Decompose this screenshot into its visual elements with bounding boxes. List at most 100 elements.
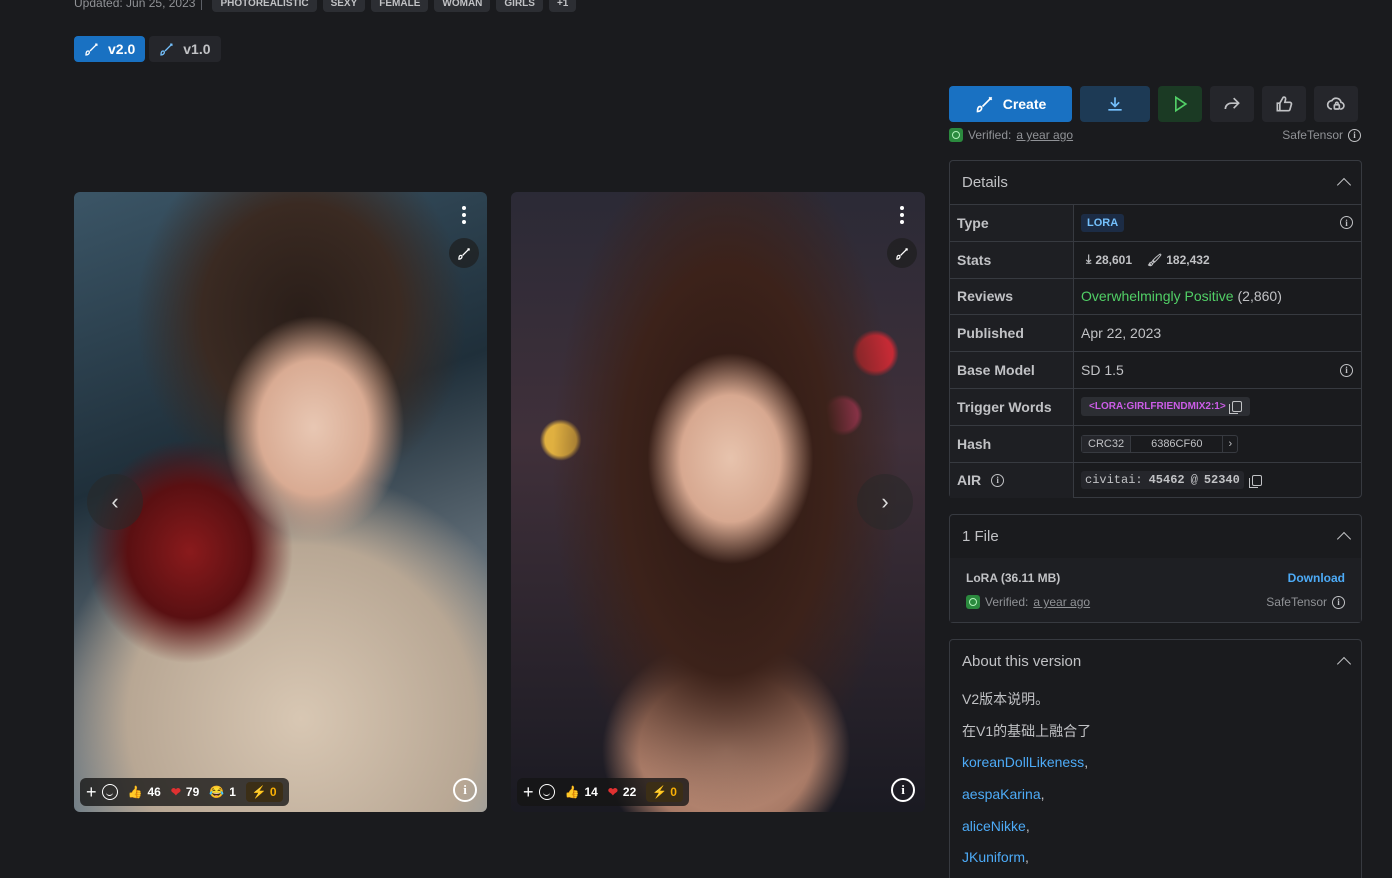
tag-sexy[interactable]: SEXY (322, 0, 366, 12)
heart-count: 22 (622, 785, 637, 799)
detail-row-base-model: Base Model SD 1.5 i (950, 351, 1361, 388)
verified-shield-icon (966, 595, 980, 609)
next-image-button[interactable]: › (857, 474, 913, 530)
buzz-tip-button[interactable]: ⚡ 0 (646, 782, 683, 802)
tag-woman[interactable]: WOMAN (434, 0, 491, 12)
version-label: v2.0 (108, 41, 136, 57)
more-options-icon[interactable] (457, 204, 471, 226)
run-button[interactable] (1158, 86, 1202, 122)
hash-value[interactable]: 6386CF60 (1131, 435, 1224, 452)
base-model-value: SD 1.5 (1081, 362, 1124, 379)
model-link[interactable]: koreanDollLikeness (962, 754, 1084, 770)
laugh-count: 1 (229, 785, 236, 799)
heart-icon: ❤ (170, 785, 181, 799)
published-date: Apr 22, 2023 (1081, 325, 1162, 342)
version-button-v1[interactable]: v1.0 (149, 36, 221, 62)
info-icon[interactable]: i (1348, 128, 1361, 142)
model-meta-row: Updated: Jun 25, 2023 PHOTOREALISTIC SEX… (74, 0, 577, 12)
heart-reaction[interactable]: ❤ 79 (171, 785, 199, 799)
share-button[interactable] (1210, 86, 1254, 122)
verified-label: Verified: (985, 595, 1029, 609)
model-link[interactable]: aliceNikke (962, 818, 1026, 834)
review-rating-link[interactable]: Overwhelmingly Positive (1081, 288, 1234, 304)
buzz-tip-button[interactable]: ⚡ 0 (245, 782, 283, 802)
file-name: LoRA (36.11 MB) (966, 571, 1061, 585)
hash-algorithm[interactable]: CRC32 (1082, 435, 1132, 452)
prev-image-button[interactable]: ‹ (87, 474, 143, 530)
details-header[interactable]: Details (950, 161, 1361, 204)
verified-label: Verified: (968, 128, 1012, 142)
gallery-image-card[interactable]: ‹ + 👍 46 ❤ 79 😂 1 ⚡ 0 i (74, 192, 487, 812)
smiley-icon (101, 784, 118, 800)
air-identifier[interactable]: civitai: 45462 @ 52340 (1081, 471, 1244, 490)
updated-date: Updated: Jun 25, 2023 (74, 0, 203, 10)
create-label: Create (1002, 96, 1047, 112)
detail-key: Stats (950, 241, 1074, 278)
more-options-icon[interactable] (895, 204, 909, 226)
version-button-v2[interactable]: v2.0 (74, 36, 146, 62)
add-reaction-button[interactable]: + (523, 782, 555, 803)
detail-key: Reviews (950, 278, 1074, 315)
verified-shield-icon (949, 128, 963, 142)
thumbs-up-icon: 👍 (564, 785, 580, 799)
remix-brush-icon[interactable] (449, 238, 479, 268)
detail-key: Type (950, 205, 1074, 241)
model-link[interactable]: aespaKarina (962, 786, 1041, 802)
about-header[interactable]: About this version (950, 640, 1361, 683)
heart-count: 79 (185, 785, 200, 799)
remix-brush-icon[interactable] (887, 238, 917, 268)
info-icon[interactable]: i (991, 473, 1005, 487)
model-actions: Create (949, 86, 1358, 122)
generation-count: 182,432 (1166, 252, 1210, 267)
download-icon: ⤓ (1086, 252, 1092, 267)
heart-reaction[interactable]: ❤ 22 (608, 785, 636, 799)
image-info-icon[interactable]: i (891, 778, 915, 802)
files-header[interactable]: 1 File (950, 515, 1361, 558)
share-icon (1224, 97, 1240, 110)
save-to-cloud-button[interactable] (1314, 86, 1358, 122)
detail-row-stats: Stats ⤓ 28,601 🖌 182,432 (950, 240, 1361, 278)
thumbs-up-reaction[interactable]: 👍 46 (128, 785, 161, 799)
brush-icon: 🖌 (1147, 252, 1163, 267)
detail-key: Trigger Words (950, 388, 1074, 425)
info-icon[interactable]: i (1340, 216, 1353, 230)
info-icon[interactable]: i (1340, 363, 1353, 377)
tag-girls[interactable]: GIRLS (496, 0, 543, 12)
copy-icon[interactable] (1248, 474, 1262, 488)
file-download-link[interactable]: Download (1288, 571, 1345, 585)
image-info-icon[interactable]: i (453, 778, 477, 802)
reaction-bar: + 👍 46 ❤ 79 😂 1 ⚡ 0 (80, 778, 289, 806)
plus-icon: + (86, 781, 97, 802)
detail-row-type: Type LORA i (950, 204, 1361, 241)
download-stat: ⤓ 28,601 (1086, 252, 1132, 267)
copy-icon[interactable] (1228, 401, 1242, 415)
info-icon[interactable]: i (1332, 595, 1345, 609)
about-line: 在V1的基础上融合了 (962, 722, 1092, 739)
chevron-up-icon[interactable] (1336, 177, 1352, 193)
detail-row-hash: Hash CRC32 6386CF60 › (950, 424, 1361, 462)
tag-female[interactable]: FEMALE (371, 0, 429, 12)
create-button[interactable]: Create (949, 86, 1072, 122)
thumbs-up-reaction[interactable]: 👍 14 (565, 785, 598, 799)
hash-widget[interactable]: CRC32 6386CF60 › (1081, 434, 1239, 453)
chevron-right-icon[interactable]: › (1223, 438, 1237, 450)
tag-photorealistic[interactable]: PHOTOREALISTIC (212, 0, 317, 12)
like-button[interactable] (1262, 86, 1306, 122)
plus-icon: + (523, 781, 534, 802)
laugh-reaction[interactable]: 😂 1 (209, 785, 236, 799)
chevron-up-icon[interactable] (1336, 656, 1352, 672)
tag-more[interactable]: +1 (548, 0, 577, 12)
gallery-image-card[interactable]: › + 👍 14 ❤ 22 ⚡ 0 i (511, 192, 925, 812)
verified-date-link[interactable]: a year ago (1033, 595, 1090, 609)
verified-date-link[interactable]: a year ago (1016, 128, 1073, 142)
detail-key: Base Model (950, 352, 1074, 388)
file-format: SafeTensor (1282, 128, 1343, 142)
detail-row-published: Published Apr 22, 2023 (950, 314, 1361, 352)
chevron-up-icon[interactable] (1336, 531, 1352, 547)
heart-icon: ❤ (607, 785, 618, 799)
trigger-word-chip[interactable]: <LORA:GIRLFRIENDMIX2:1> (1081, 397, 1250, 417)
model-link[interactable]: JKuniform (962, 849, 1025, 865)
thumbs-up-count: 46 (147, 785, 161, 799)
download-button[interactable] (1080, 86, 1150, 122)
add-reaction-button[interactable]: + (86, 782, 118, 803)
